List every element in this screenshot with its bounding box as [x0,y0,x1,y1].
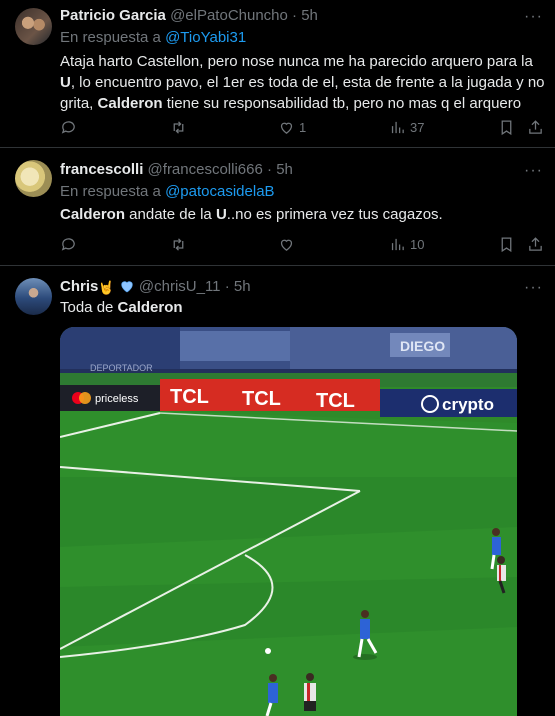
timestamp[interactable]: 5h [301,7,318,24]
share-button[interactable] [527,117,544,137]
heart-badge-icon [121,281,133,293]
tweet-text: Toda de Calderon [60,297,545,318]
text-segment: tiene su responsabilidad tb, pero no mas… [162,95,522,112]
display-name[interactable]: francescolli [60,161,143,178]
tweet-1[interactable]: Patricio Garcia @elPatoChuncho · 5h ··· … [0,0,555,147]
heart-icon [280,122,293,134]
tweet-text: Calderon andate de la U..no es primera v… [60,204,545,225]
views-icon [391,238,404,250]
ad-tcl-1: TCL [170,386,209,408]
tweet-video[interactable]: DIEGO DEPORTADOR priceless TCL TCL TCL c… [60,327,517,716]
like-button[interactable]: 1 [278,117,306,137]
ad-tcl-3: TCL [316,390,355,412]
text-segment: andate de la [125,206,216,223]
text-segment: ..no es primera vez tus cagazos. [226,206,443,223]
like-button[interactable] [278,234,299,254]
reply-context: En respuesta a @TioYabi31 [60,28,246,48]
more-options-icon[interactable]: ··· [524,163,543,179]
user-handle[interactable]: @francescolli666 [148,161,263,178]
reply-prefix: En respuesta a [60,183,161,200]
heart-icon [280,239,293,251]
ad-crypto: crypto [442,395,494,414]
views-count: 37 [410,119,425,135]
tweet-actions: 1 37 [60,117,543,137]
retweet-button[interactable] [170,234,187,254]
separator-dot: · [292,7,298,24]
ball [265,648,271,654]
bookmark-button[interactable] [498,117,515,137]
like-count: 1 [299,119,307,135]
tweet-header: francescolli @francescolli666 · 5h [60,160,293,180]
text-bold-segment: Calderon [117,299,183,316]
reply-context: En respuesta a @patocasidelaB [60,182,275,202]
retweet-button[interactable] [170,117,187,137]
text-bold-segment: U [215,206,227,223]
avatar[interactable] [15,278,52,315]
tweet-2[interactable]: francescolli @francescolli666 · 5h ··· E… [0,148,555,265]
reply-icon [61,237,75,251]
stand-banner-text: DIEGO [400,338,445,354]
reply-mention-link[interactable]: @TioYabi31 [165,29,246,46]
more-options-icon[interactable]: ··· [524,9,543,25]
rock-hand-emoji-icon: 🤘 [98,280,115,295]
display-name[interactable]: Patricio Garcia [60,7,166,24]
retweet-icon [173,237,184,251]
views-button[interactable]: 10 [389,234,424,254]
views-icon [391,121,404,133]
bookmark-button[interactable] [498,234,515,254]
user-handle[interactable]: @chrisU_11 [139,278,221,295]
timestamp[interactable]: 5h [234,278,251,295]
avatar[interactable] [15,160,52,197]
football-pitch-image: DIEGO DEPORTADOR priceless TCL TCL TCL c… [60,327,517,716]
tweet-header: Patricio Garcia @elPatoChuncho · 5h [60,6,318,26]
reply-prefix: En respuesta a [60,29,161,46]
user-handle[interactable]: @elPatoChuncho [170,7,288,24]
reply-button[interactable] [60,117,77,137]
tweet-text: Ataja harto Castellon, pero nose nunca m… [60,51,545,114]
share-icon [529,119,542,134]
text-bold-segment: Calderon [97,95,163,112]
separator-dot: · [224,278,230,295]
retweet-icon [173,120,184,134]
text-segment: Ataja harto Castellon, pero nose nunca m… [60,53,533,70]
reply-button[interactable] [60,234,77,254]
ad-tcl-2: TCL [242,388,281,410]
share-icon [529,236,542,251]
text-bold-segment: U [60,74,71,91]
tweet-header: Chris🤘 @chrisU_11 · 5h [60,277,251,298]
views-count: 10 [410,236,425,252]
views-button[interactable]: 37 [389,117,424,137]
share-button[interactable] [527,234,544,254]
watermark-text: DEPORTADOR [90,363,153,373]
ad-priceless: priceless [95,393,139,405]
avatar[interactable] [15,8,52,45]
tweet-actions: 10 [60,234,543,254]
timestamp[interactable]: 5h [276,161,293,178]
more-options-icon[interactable]: ··· [524,280,543,296]
text-segment: Toda de [60,299,118,316]
bookmark-icon [501,119,512,135]
bookmark-icon [501,236,512,252]
text-bold-segment: Calderon [60,206,126,223]
reply-mention-link[interactable]: @patocasidelaB [165,183,274,200]
display-name[interactable]: Chris [60,278,98,295]
separator-dot: · [267,161,273,178]
reply-icon [61,120,75,134]
